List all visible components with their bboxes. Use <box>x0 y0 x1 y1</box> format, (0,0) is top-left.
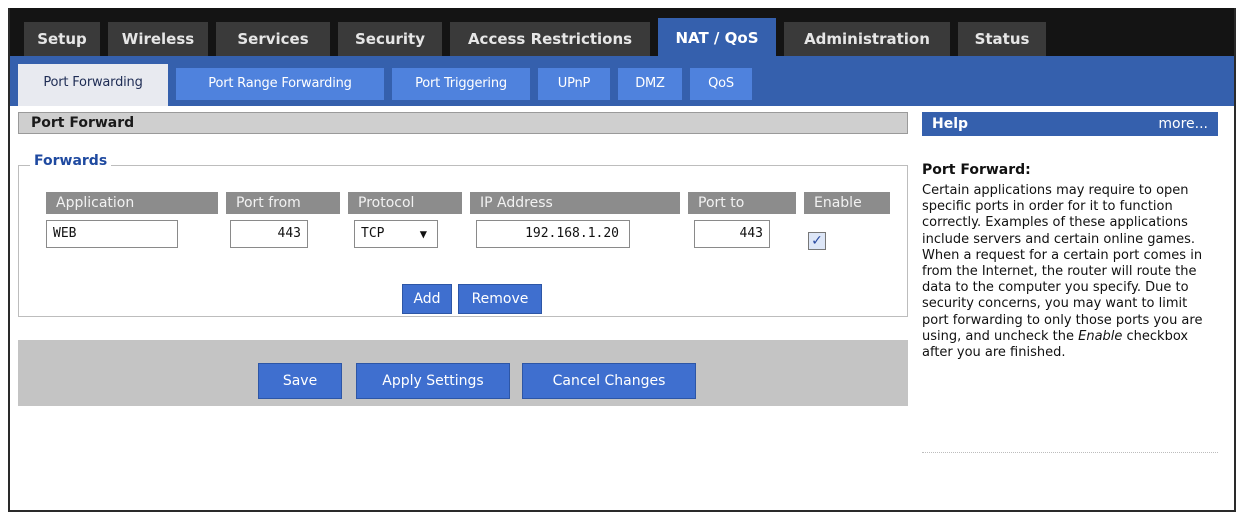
ip-address-input[interactable]: 192.168.1.20 <box>476 220 630 248</box>
help-title-label: Help <box>932 116 969 132</box>
remove-button[interactable]: Remove <box>458 284 542 314</box>
column-header-ip-address: IP Address <box>470 192 680 214</box>
port-from-input[interactable]: 443 <box>230 220 308 248</box>
main-nav-bar: Setup Wireless Services Security Access … <box>10 8 1234 56</box>
column-header-enable: Enable <box>804 192 890 214</box>
sub-nav-bar: Port Forwarding Port Range Forwarding Po… <box>10 56 1234 106</box>
apply-settings-button[interactable]: Apply Settings <box>356 363 510 399</box>
section-title: Port Forward <box>18 112 908 134</box>
subtab-dmz[interactable]: DMZ <box>618 68 682 100</box>
protocol-value: TCP <box>361 226 385 241</box>
save-button[interactable]: Save <box>258 363 342 399</box>
subtab-port-forwarding[interactable]: Port Forwarding <box>18 64 168 106</box>
help-more-link[interactable]: more... <box>1158 112 1208 136</box>
enable-checkbox[interactable]: ✓ <box>808 232 826 250</box>
application-input[interactable]: WEB <box>46 220 178 248</box>
tab-status[interactable]: Status <box>958 22 1046 56</box>
subtab-port-triggering[interactable]: Port Triggering <box>392 68 530 100</box>
port-to-input[interactable]: 443 <box>694 220 770 248</box>
tab-nat-qos[interactable]: NAT / QoS <box>658 18 776 56</box>
protocol-select[interactable]: TCP ▼ <box>354 220 438 248</box>
subtab-port-range-forwarding[interactable]: Port Range Forwarding <box>176 68 384 100</box>
tab-wireless[interactable]: Wireless <box>108 22 208 56</box>
help-body: Certain applications may require to open… <box>922 183 1218 361</box>
column-header-port-to: Port to <box>688 192 796 214</box>
help-divider <box>922 452 1218 453</box>
add-button[interactable]: Add <box>402 284 452 314</box>
cancel-changes-button[interactable]: Cancel Changes <box>522 363 696 399</box>
help-header: Help more... <box>922 112 1218 136</box>
column-header-application: Application <box>46 192 218 214</box>
subtab-upnp[interactable]: UPnP <box>538 68 610 100</box>
fieldset-legend: Forwards <box>30 153 112 169</box>
tab-administration[interactable]: Administration <box>784 22 950 56</box>
help-text-part1: Certain applications may require to open… <box>922 183 1203 344</box>
chevron-down-icon: ▼ <box>419 227 427 241</box>
subtab-qos[interactable]: QoS <box>690 68 752 100</box>
tab-access-restrictions[interactable]: Access Restrictions <box>450 22 650 56</box>
tab-setup[interactable]: Setup <box>24 22 100 56</box>
tab-services[interactable]: Services <box>216 22 330 56</box>
help-text-emphasis: Enable <box>1078 328 1123 344</box>
tab-security[interactable]: Security <box>338 22 442 56</box>
column-header-port-from: Port from <box>226 192 340 214</box>
help-topic-title: Port Forward: <box>922 162 1031 178</box>
column-header-protocol: Protocol <box>348 192 462 214</box>
